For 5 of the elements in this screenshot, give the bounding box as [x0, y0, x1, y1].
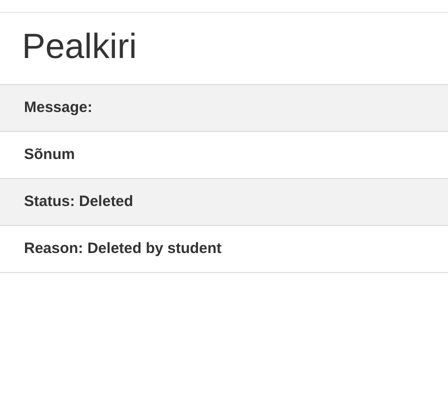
- table-cell-text: Sõnum: [24, 144, 75, 165]
- table-cell-text: Message:: [24, 98, 92, 118]
- table-cell-text: Status: Deleted: [24, 192, 134, 212]
- table-cell-text: Reason: Deleted by student: [24, 238, 222, 259]
- page-title: Pealkiri: [21, 26, 137, 68]
